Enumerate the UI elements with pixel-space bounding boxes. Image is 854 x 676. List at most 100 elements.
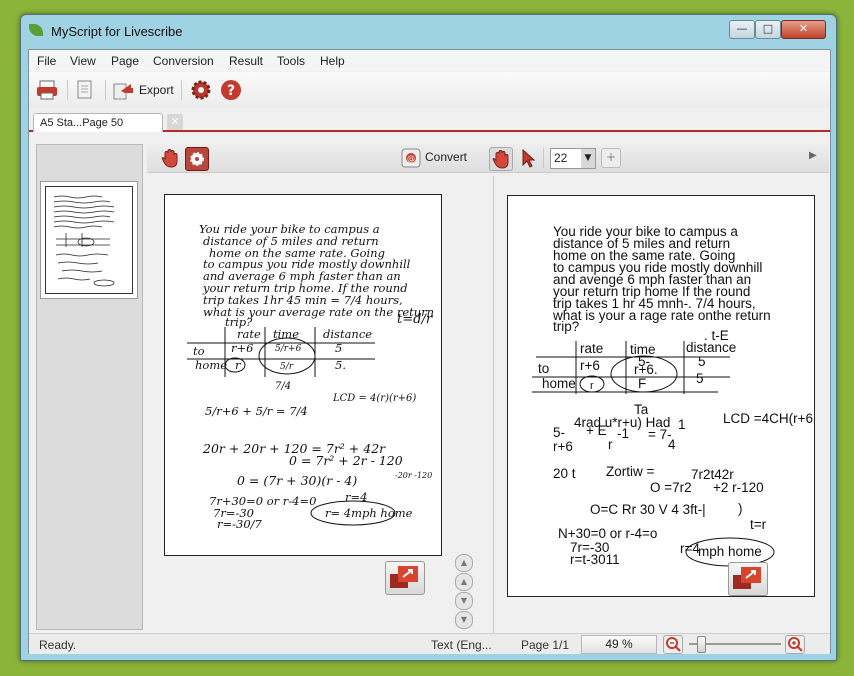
title-bar[interactable]: MyScript for Livescribe — □ ✕ [21, 15, 836, 49]
svg-text:?: ? [227, 83, 235, 99]
zoom-out-button[interactable] [663, 635, 683, 654]
pan-tool-button[interactable] [489, 147, 513, 171]
help-button[interactable]: ? [219, 78, 243, 102]
document-tab-label: A5 Sta...Page 50 [40, 117, 124, 129]
minimize-button[interactable]: — [729, 20, 755, 39]
export-ink-button[interactable] [385, 561, 425, 595]
ink-lcd: LCD = 4(r)(r+6) [332, 393, 416, 404]
chevron-down-icon: ▼ [581, 149, 595, 168]
result-step-h: N+30=0 or r-4=o [558, 526, 657, 541]
zoom-select[interactable]: 22 ▼ [550, 148, 596, 169]
document-icon [77, 80, 92, 99]
result-eq-e: r+6 [553, 439, 573, 454]
result-step-a: 20 t [553, 466, 576, 481]
close-button[interactable]: ✕ [781, 20, 826, 39]
ink-home-time: 5/r [280, 362, 294, 372]
menu-conversion[interactable]: Conversion [153, 54, 214, 68]
handwriting-canvas: You ride your bike to campus a distance … [187, 222, 434, 531]
result-eq-c: -1 [617, 426, 629, 441]
app-window: MyScript for Livescribe — □ ✕ File View … [20, 14, 837, 661]
export-arrow-icon [733, 567, 761, 589]
export-button[interactable]: Export [111, 78, 177, 102]
result-home-time: F [638, 376, 646, 391]
document-tab-strip: A5 Sta...Page 50 ✕ [29, 108, 830, 132]
recognition-result-pane[interactable]: You ride your bike to campus a distance … [507, 195, 815, 597]
page-nav-controls: ▲ ▲ ▼ ▼ [455, 554, 473, 629]
settings-button[interactable] [189, 78, 213, 102]
result-lcd: LCD =4CH(r+6 [723, 411, 813, 426]
result-canvas: You ride your bike to campus a distance … [532, 224, 813, 567]
menu-file[interactable]: File [37, 54, 56, 68]
convert-label: Convert [425, 150, 468, 164]
status-ready: Ready. [39, 638, 77, 652]
view-toolbar: @ Convert 22 ▼ + ▶ [147, 144, 829, 173]
menu-page[interactable]: Page [111, 54, 139, 68]
last-page-icon[interactable]: ▼ [455, 611, 473, 629]
expand-arrow-icon[interactable]: ▶ [809, 150, 817, 161]
first-page-icon[interactable]: ▲ [455, 554, 473, 572]
print-button[interactable] [35, 78, 59, 102]
result-answer: mph home [698, 544, 762, 559]
ink-row-to: to [193, 344, 205, 358]
result-eq-b: + E [586, 423, 607, 438]
document-tab[interactable]: A5 Sta...Page 50 [33, 113, 163, 132]
ink-step-6: r=-30/7 [217, 517, 263, 531]
status-language: Text (Eng... [431, 638, 492, 652]
tab-close-icon[interactable]: ✕ [167, 114, 183, 130]
toolbar-separator [67, 80, 68, 100]
export-text-button[interactable] [728, 562, 768, 596]
result-to-rate: r+6 [580, 358, 600, 373]
ink-to-time: 5/r+6 [275, 344, 302, 354]
ink-home-distance: 5. [335, 358, 346, 372]
zoom-in-button[interactable] [785, 635, 805, 654]
ink-home-rate: r [235, 358, 242, 372]
main-toolbar: Export ? [29, 72, 830, 108]
window-title: MyScript for Livescribe [51, 24, 183, 39]
ink-page-pane[interactable]: You ride your bike to campus a distance … [164, 194, 442, 595]
printer-icon [37, 80, 57, 100]
maximize-button[interactable]: □ [755, 20, 781, 39]
hand-tool-button[interactable] [159, 147, 181, 169]
result-eq-f: r [608, 437, 613, 452]
recognition-settings-button[interactable] [185, 147, 209, 171]
result-header-distance: distance [686, 340, 736, 355]
status-page: Page 1/1 [521, 638, 570, 652]
zoom-slider-thumb[interactable] [697, 636, 706, 653]
page-thumbnail-panel [36, 144, 143, 630]
result-eq-a: 5- [553, 425, 565, 440]
pane-splitter[interactable] [493, 176, 494, 638]
next-page-icon[interactable]: ▼ [455, 592, 473, 610]
zoom-out-icon [666, 637, 681, 652]
ink-header-rate: rate [237, 327, 261, 341]
menu-view[interactable]: View [70, 54, 96, 68]
prev-page-icon[interactable]: ▲ [455, 573, 473, 591]
menu-result[interactable]: Result [229, 54, 263, 68]
result-line-8: what is your a rage rate onthe return [552, 308, 771, 323]
menu-help[interactable]: Help [320, 54, 345, 68]
hand-icon [492, 150, 509, 169]
status-bar: Ready. Text (Eng... Page 1/1 49 % [29, 633, 830, 654]
ink-step-3: 0 = (7r + 30)(r - 4) [237, 473, 357, 488]
result-t-r: t=r [750, 517, 767, 532]
ink-step-2: 0 = 7r² + 2r - 120 [289, 453, 403, 468]
result-row-to: to [538, 361, 549, 376]
page-thumbnail[interactable] [40, 181, 138, 299]
select-tool-button[interactable] [517, 147, 539, 169]
gear-icon [191, 80, 211, 100]
result-eq-g: 4 [668, 437, 676, 452]
convert-button[interactable]: @ Convert [401, 147, 475, 169]
menu-tools[interactable]: Tools [277, 54, 305, 68]
client-area: File View Page Conversion Result Tools H… [28, 49, 831, 654]
thumbnail-scribble [53, 195, 115, 287]
ink-formula: t=d/r [397, 312, 433, 327]
convert-icon: @ [401, 148, 421, 168]
app-logo-icon [29, 24, 43, 36]
ink-answer: r= 4mph home [325, 506, 413, 520]
export-label: Export [139, 83, 174, 97]
add-button[interactable]: + [601, 148, 621, 168]
document-button[interactable] [73, 78, 97, 102]
result-header-rate: rate [580, 341, 603, 356]
ink-header-distance: distance [323, 327, 372, 341]
help-icon: ? [221, 80, 241, 100]
zoom-select-value: 22 [554, 151, 568, 165]
